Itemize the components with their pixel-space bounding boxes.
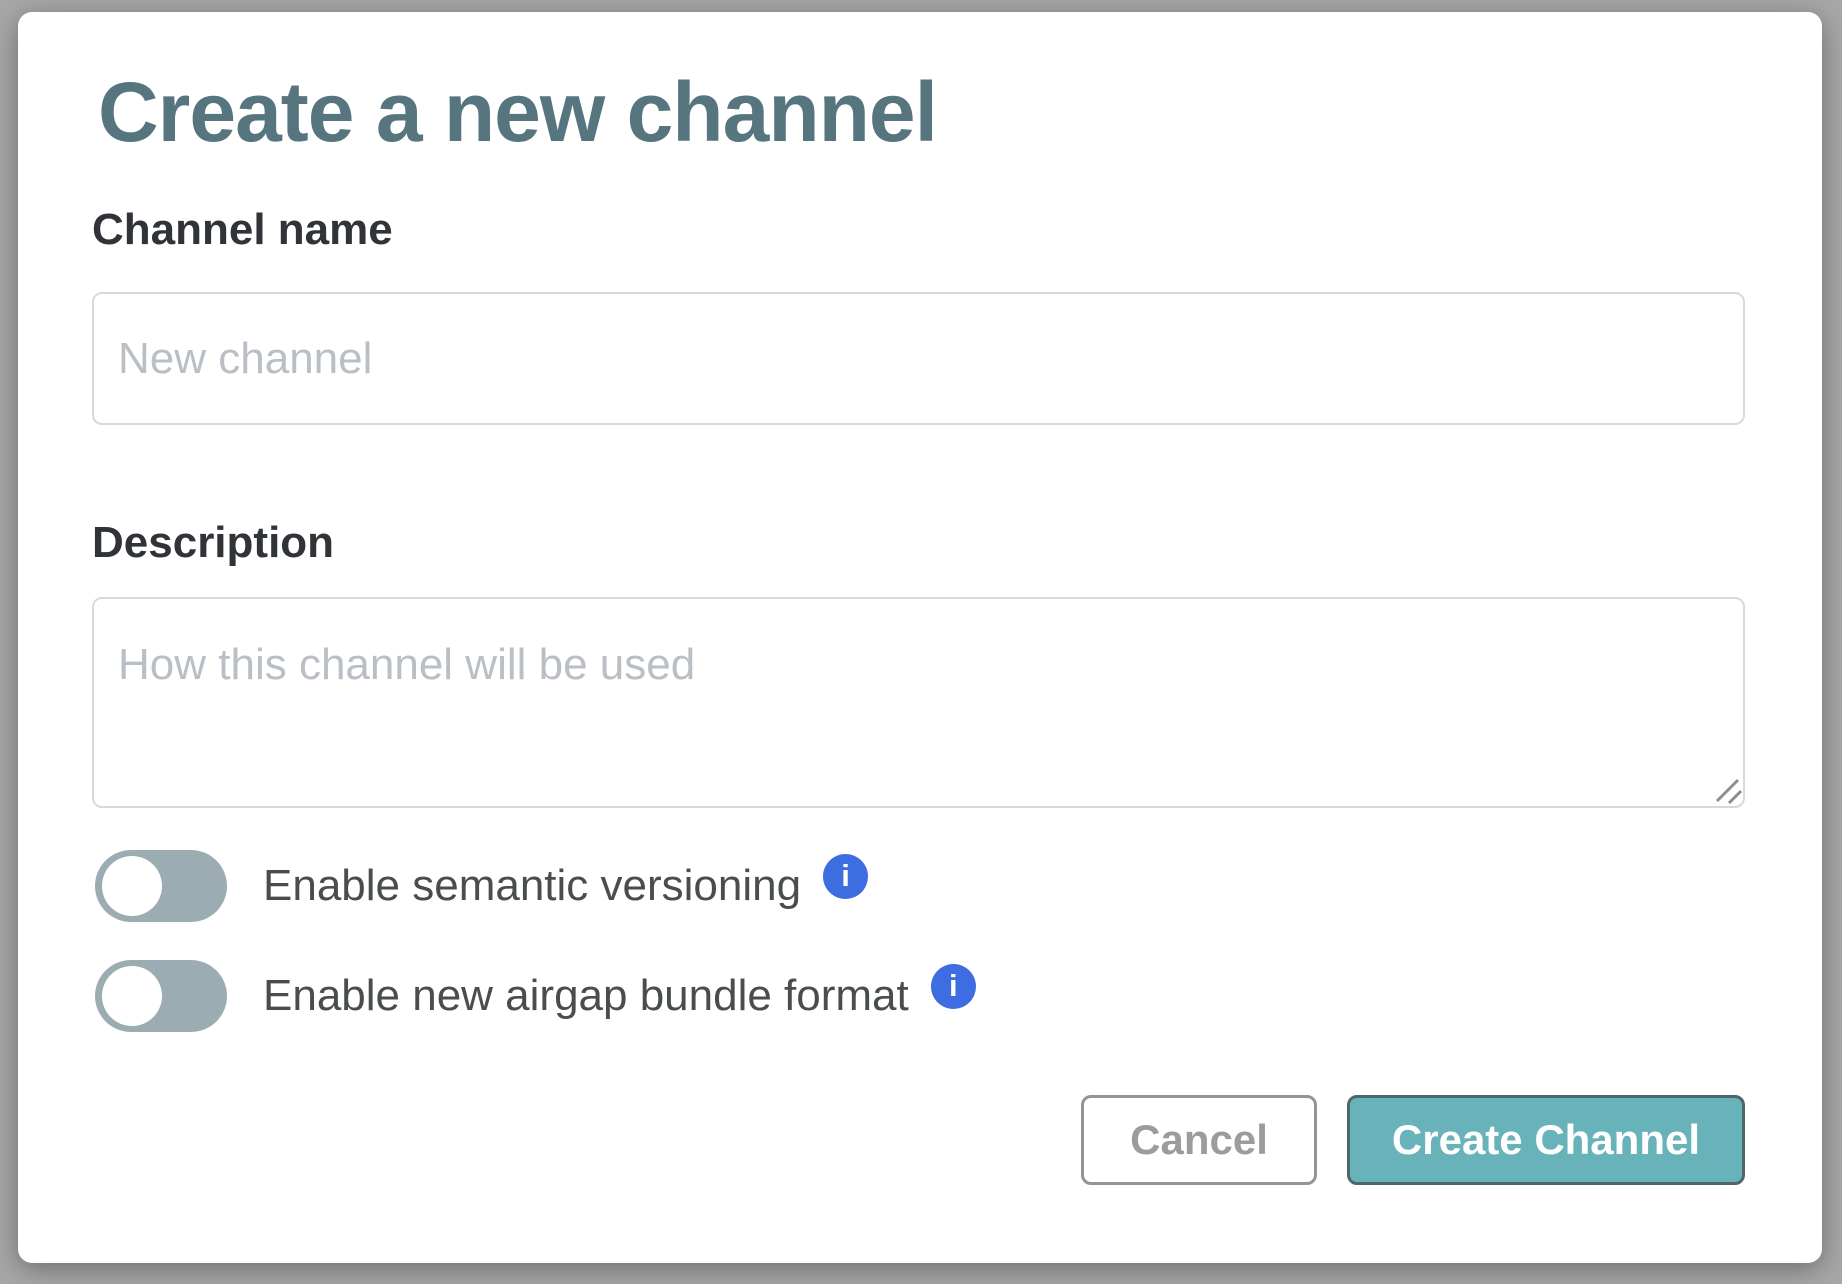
- airgap-bundle-row: Enable new airgap bundle format i: [95, 960, 976, 1032]
- toggle-knob: [102, 966, 162, 1026]
- info-icon[interactable]: i: [931, 964, 976, 1009]
- airgap-bundle-label: Enable new airgap bundle format: [263, 970, 909, 1023]
- semantic-versioning-label: Enable semantic versioning: [263, 860, 801, 913]
- semantic-versioning-toggle[interactable]: [95, 850, 227, 922]
- toggle-knob: [102, 856, 162, 916]
- create-channel-modal: Create a new channel Channel name Descri…: [18, 12, 1822, 1263]
- create-channel-button[interactable]: Create Channel: [1347, 1095, 1745, 1185]
- cancel-button[interactable]: Cancel: [1081, 1095, 1317, 1185]
- channel-name-input[interactable]: [92, 292, 1745, 425]
- info-icon[interactable]: i: [823, 854, 868, 899]
- modal-title: Create a new channel: [98, 64, 937, 161]
- dimmed-background: e e a it s: [1822, 0, 1842, 1284]
- textarea-resize-handle[interactable]: [1714, 776, 1742, 804]
- channel-name-label: Channel name: [92, 204, 393, 257]
- description-textarea[interactable]: [92, 597, 1745, 808]
- description-label: Description: [92, 517, 334, 570]
- airgap-bundle-toggle[interactable]: [95, 960, 227, 1032]
- semantic-versioning-row: Enable semantic versioning i: [95, 850, 868, 922]
- modal-footer: Cancel Create Channel: [1081, 1095, 1745, 1185]
